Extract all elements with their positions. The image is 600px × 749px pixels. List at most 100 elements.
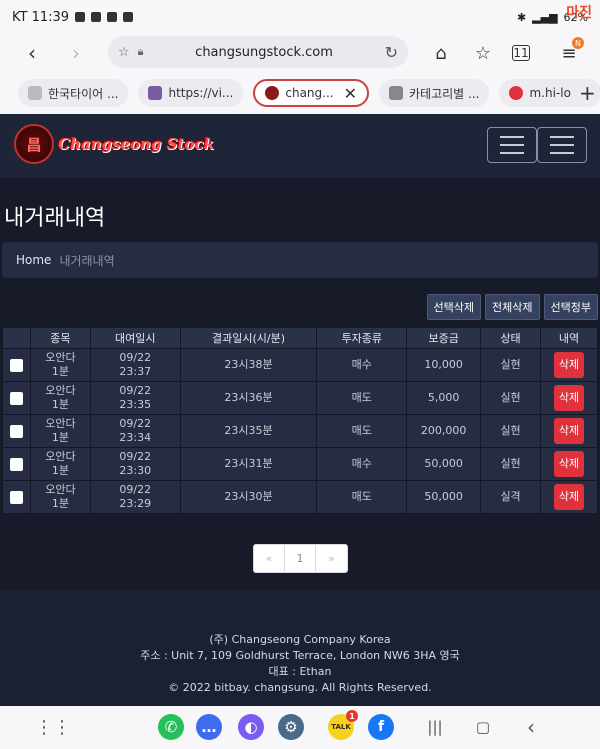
item-cell: 오안다 1분 xyxy=(29,414,91,448)
item-name: 오안다 xyxy=(45,351,76,364)
item-period: 1분 xyxy=(51,464,69,477)
forward-button[interactable]: › xyxy=(56,34,96,72)
tab-label: 카테고리별 ... xyxy=(409,86,480,101)
table-header-row: 종목 대여일시 결과일시(시/분) 투자종류 보증금 상태 내역 xyxy=(2,327,598,349)
recent-apps-button[interactable]: ||| xyxy=(422,714,448,740)
column-header: 상태 xyxy=(480,327,541,349)
rental-date: 09/22 xyxy=(119,417,152,430)
messages-icon[interactable]: … xyxy=(196,714,222,740)
menu-icon[interactable]: ≡ N xyxy=(556,37,584,65)
item-name: 오안다 xyxy=(45,417,76,430)
signal-icon: ▂▄▆ xyxy=(532,10,558,24)
footer-company: (주) Changseong Company Korea xyxy=(209,633,391,646)
back-button[interactable]: ‹ xyxy=(12,34,52,72)
delete-selected-button[interactable]: 선택삭제 xyxy=(426,294,482,320)
delete-button[interactable]: 삭제 xyxy=(554,418,584,444)
android-nav-bar: ⋮⋮ ✆ … ◐ ⚙ TALK 1 f ||| ▢ ‹ xyxy=(0,706,600,749)
browser-tab[interactable]: https://vi... xyxy=(138,79,244,107)
footer-address: 주소 : Unit 7, 109 Goldhurst Terrace, Lond… xyxy=(140,649,460,662)
whatsapp-icon[interactable]: ✆ xyxy=(158,714,184,740)
notification-icon xyxy=(75,12,86,22)
site-header: 昌 Changseong Stock xyxy=(0,114,600,178)
add-tab-icon[interactable]: + xyxy=(579,81,596,105)
column-header: 투자종류 xyxy=(316,327,408,349)
next-page-button[interactable]: » xyxy=(316,545,347,572)
delete-button[interactable]: 삭제 xyxy=(554,484,584,510)
kakaotalk-icon[interactable]: TALK 1 xyxy=(328,710,358,740)
tab-label: https://vi... xyxy=(168,86,234,100)
column-header: 결과일시(시/분) xyxy=(179,327,318,349)
rental-datetime-cell: 09/22 23:29 xyxy=(89,480,181,514)
deposit-cell: 5,000 xyxy=(406,381,482,415)
rental-time: 23:35 xyxy=(119,398,152,411)
back-nav-button[interactable]: ‹ xyxy=(518,714,544,740)
rental-datetime-cell: 09/22 23:34 xyxy=(89,414,181,448)
request-selected-button[interactable]: 선택청부 xyxy=(543,294,598,320)
settings-icon[interactable]: ⚙ xyxy=(278,714,304,740)
home-button[interactable]: ▢ xyxy=(470,714,496,740)
address-bar[interactable]: ☆ 🔒︎ changsungstock.com ↻ xyxy=(108,36,408,68)
facebook-icon[interactable]: f xyxy=(368,714,394,740)
select-cell xyxy=(2,447,31,481)
close-icon[interactable]: ✕ xyxy=(344,84,357,103)
browser-tab[interactable]: m.hi-lo + xyxy=(499,79,600,107)
favicon-icon xyxy=(148,86,163,100)
browser-tab[interactable]: 카테고리별 ... xyxy=(379,79,490,107)
item-cell: 오안다 1분 xyxy=(29,348,91,382)
prev-page-button[interactable]: « xyxy=(254,545,285,572)
item-cell: 오안다 1분 xyxy=(29,480,91,514)
select-cell xyxy=(2,348,31,382)
bookmarks-icon[interactable]: ☆ xyxy=(470,41,496,65)
browser-tab[interactable]: 한국타이어 ... xyxy=(18,79,129,107)
reload-icon[interactable]: ↻ xyxy=(385,43,398,62)
rental-time: 23:37 xyxy=(119,365,152,378)
action-cell: 삭제 xyxy=(540,381,598,415)
table-actions: 선택삭제 전체삭제 선택청부 xyxy=(426,294,598,320)
result-time-cell: 23시36분 xyxy=(179,381,318,415)
delete-all-button[interactable]: 전체삭제 xyxy=(485,294,540,320)
favicon-icon xyxy=(389,86,404,100)
breadcrumb-current: 내거래내역 xyxy=(59,253,115,268)
home-icon[interactable]: ⌂ xyxy=(428,41,454,65)
menu-badge: N xyxy=(572,37,584,49)
column-header: 종목 xyxy=(29,327,91,349)
notification-icon xyxy=(107,12,118,22)
site-logo[interactable]: 昌 Changseong Stock xyxy=(14,124,214,164)
pagination: « 1 » xyxy=(253,544,348,573)
star-outline-icon[interactable]: ☆ xyxy=(118,45,130,60)
kakaotalk-badge: 1 xyxy=(346,710,358,722)
row-checkbox[interactable] xyxy=(9,391,23,405)
tab-label: chang... xyxy=(285,86,334,100)
notification-icon xyxy=(123,12,134,22)
menu-toggle-button[interactable] xyxy=(487,127,537,163)
result-time-cell: 23시38분 xyxy=(179,348,318,382)
page-number-button[interactable]: 1 xyxy=(285,545,316,572)
table-row: 오안다 1분 09/22 23:34 23시35분 매도 200,000 실현 삭제 xyxy=(2,414,598,448)
row-checkbox[interactable] xyxy=(9,457,23,471)
action-cell: 삭제 xyxy=(540,480,598,514)
rental-date: 09/22 xyxy=(119,450,152,463)
tabs-icon[interactable]: 11 xyxy=(512,45,530,61)
item-period: 1분 xyxy=(51,398,69,411)
delete-button[interactable]: 삭제 xyxy=(554,451,584,477)
row-checkbox[interactable] xyxy=(9,424,23,438)
app-grid-icon[interactable]: ⋮⋮ xyxy=(35,714,71,740)
investment-type-cell: 매수 xyxy=(316,447,408,481)
item-cell: 오안다 1분 xyxy=(29,381,91,415)
menu-toggle-button[interactable] xyxy=(537,127,587,163)
internet-icon[interactable]: ◐ xyxy=(238,714,264,740)
rental-time: 23:30 xyxy=(119,464,152,477)
status-cell: 실격 xyxy=(480,480,541,514)
rental-date: 09/22 xyxy=(119,351,152,364)
delete-button[interactable]: 삭제 xyxy=(554,385,584,411)
item-cell: 오안다 1분 xyxy=(29,447,91,481)
page-title: 내거래내역 xyxy=(4,206,106,231)
deposit-cell: 200,000 xyxy=(406,414,482,448)
browser-tab-active[interactable]: chang... ✕ xyxy=(253,79,370,107)
row-checkbox[interactable] xyxy=(9,490,23,504)
row-checkbox[interactable] xyxy=(9,358,23,372)
logo-badge: 昌 xyxy=(14,124,54,164)
breadcrumb-home-link[interactable]: Home xyxy=(16,253,51,267)
delete-button[interactable]: 삭제 xyxy=(554,352,584,378)
item-name: 오안다 xyxy=(45,450,76,463)
